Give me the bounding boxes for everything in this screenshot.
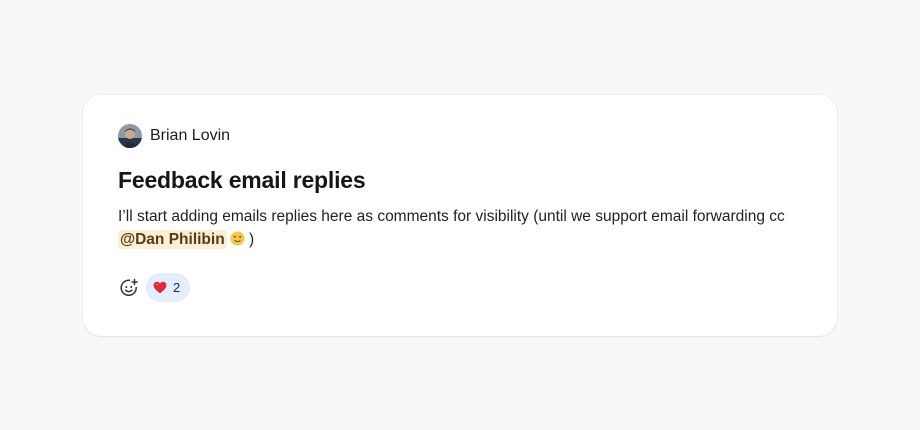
post-card: Brian Lovin Feedback email replies I’ll … (83, 95, 837, 336)
body-text-before: I’ll start adding emails replies here as… (118, 208, 785, 225)
author-avatar[interactable] (118, 124, 142, 148)
post-body: I’ll start adding emails replies here as… (118, 206, 818, 253)
reaction-heart-button[interactable]: 2 (146, 273, 191, 302)
body-text-after: ) (244, 230, 255, 248)
user-mention[interactable]: @Dan Philibin (118, 229, 227, 249)
red-heart-icon (153, 281, 167, 294)
author-name[interactable]: Brian Lovin (150, 127, 230, 145)
post-title: Feedback email replies (118, 167, 366, 193)
avatar-icon (118, 124, 142, 148)
reaction-count: 2 (173, 280, 181, 295)
author-row: Brian Lovin (118, 124, 813, 148)
add-emoji-icon (120, 278, 138, 296)
add-reaction-button[interactable] (118, 277, 140, 299)
reactions-bar: 2 (118, 273, 813, 302)
wink-emoji-icon (230, 230, 245, 254)
